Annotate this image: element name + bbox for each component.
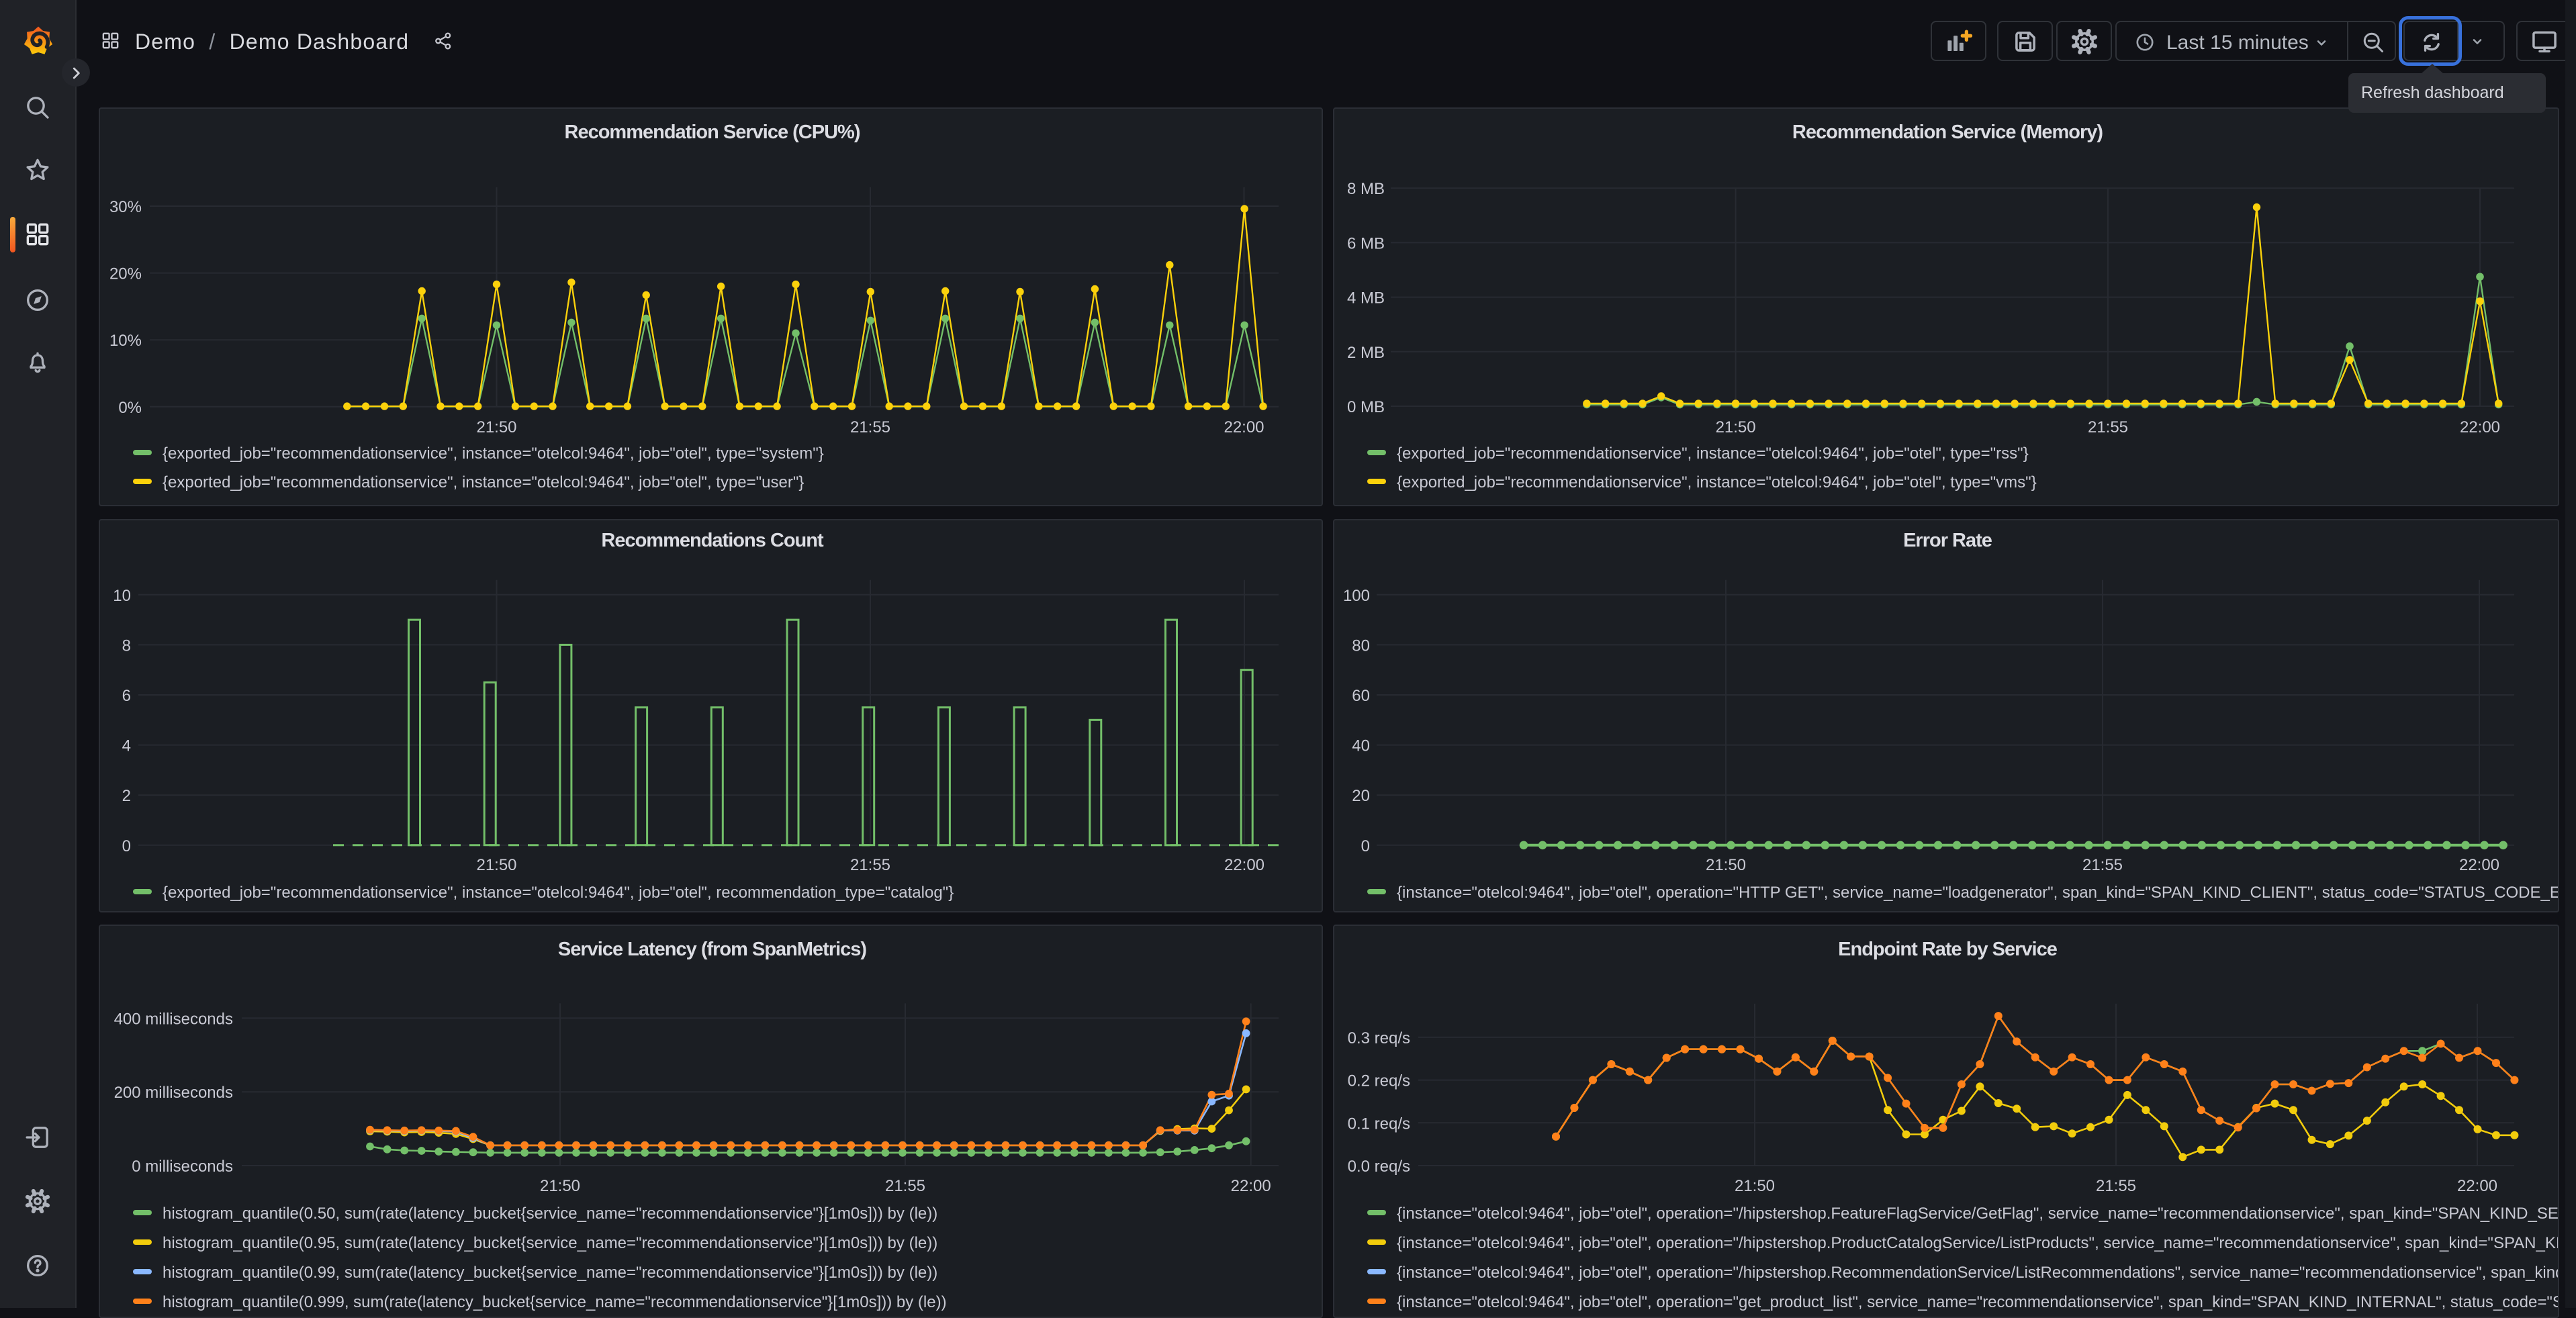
svg-text:4 MB: 4 MB: [1347, 289, 1385, 308]
svg-text:0%: 0%: [118, 399, 142, 417]
svg-text:{instance="otelcol:9464", job=: {instance="otelcol:9464", job="otel", op…: [1397, 1234, 2559, 1252]
svg-text:8 MB: 8 MB: [1347, 180, 1385, 198]
svg-text:22:00: 22:00: [1231, 1177, 1271, 1195]
svg-text:22:00: 22:00: [2460, 418, 2500, 436]
svg-text:21:55: 21:55: [850, 856, 890, 874]
svg-text:6: 6: [122, 687, 131, 705]
svg-text:2 MB: 2 MB: [1347, 344, 1385, 362]
svg-text:400 milliseconds: 400 milliseconds: [114, 1010, 233, 1028]
svg-text:0.1 req/s: 0.1 req/s: [1348, 1115, 1410, 1133]
svg-text:0 MB: 0 MB: [1347, 398, 1385, 416]
svg-text:{instance="otelcol:9464", job=: {instance="otelcol:9464", job="otel", op…: [1397, 884, 2559, 902]
svg-text:10%: 10%: [109, 332, 142, 350]
svg-text:0: 0: [122, 837, 131, 855]
svg-text:21:55: 21:55: [850, 418, 890, 436]
svg-text:22:00: 22:00: [2457, 1177, 2497, 1195]
svg-text:10: 10: [113, 587, 131, 605]
svg-text:histogram_quantile(0.50, sum(r: histogram_quantile(0.50, sum(rate(latenc…: [163, 1205, 937, 1223]
svg-text:21:50: 21:50: [1706, 856, 1746, 874]
svg-text:21:50: 21:50: [476, 856, 516, 874]
svg-text:{instance="otelcol:9464", job=: {instance="otelcol:9464", job="otel", op…: [1397, 1293, 2559, 1311]
svg-text:Error Rate: Error Rate: [1903, 530, 1992, 551]
svg-text:8: 8: [122, 637, 131, 655]
svg-text:22:00: 22:00: [2459, 856, 2499, 874]
svg-text:22:00: 22:00: [1224, 856, 1264, 874]
svg-text:4: 4: [122, 737, 131, 755]
svg-text:21:50: 21:50: [1735, 1177, 1775, 1195]
svg-text:0.2 req/s: 0.2 req/s: [1348, 1072, 1410, 1090]
svg-text:21:55: 21:55: [2096, 1177, 2136, 1195]
svg-text:30%: 30%: [109, 198, 142, 216]
svg-text:Service Latency (from SpanMetr: Service Latency (from SpanMetrics): [558, 939, 867, 960]
svg-text:{exported_job="recommendations: {exported_job="recommendationservice", i…: [163, 884, 954, 902]
svg-text:20: 20: [1352, 787, 1370, 805]
svg-text:{exported_job="recommendations: {exported_job="recommendationservice", i…: [163, 473, 804, 491]
svg-text:{exported_job="recommendations: {exported_job="recommendationservice", i…: [1397, 444, 2029, 463]
svg-text:0.3 req/s: 0.3 req/s: [1348, 1029, 1410, 1047]
svg-text:21:50: 21:50: [1716, 418, 1756, 436]
svg-text:histogram_quantile(0.999, sum(: histogram_quantile(0.999, sum(rate(laten…: [163, 1293, 947, 1311]
svg-text:200 milliseconds: 200 milliseconds: [114, 1084, 233, 1102]
svg-text:80: 80: [1352, 637, 1370, 655]
svg-text:20%: 20%: [109, 265, 142, 283]
svg-text:{instance="otelcol:9464", job=: {instance="otelcol:9464", job="otel", op…: [1397, 1264, 2559, 1282]
svg-text:Endpoint Rate by Service: Endpoint Rate by Service: [1838, 939, 2058, 960]
svg-text:21:55: 21:55: [2088, 418, 2128, 436]
svg-text:21:50: 21:50: [476, 418, 516, 436]
svg-text:{exported_job="recommendations: {exported_job="recommendationservice", i…: [163, 444, 824, 463]
svg-text:2: 2: [122, 787, 131, 805]
svg-text:100: 100: [1343, 587, 1370, 605]
svg-text:0: 0: [1361, 837, 1370, 855]
svg-text:Recommendations Count: Recommendations Count: [601, 530, 824, 551]
svg-text:0 milliseconds: 0 milliseconds: [132, 1158, 233, 1176]
svg-text:{exported_job="recommendations: {exported_job="recommendationservice", i…: [1397, 473, 2037, 491]
svg-text:21:50: 21:50: [540, 1177, 580, 1195]
svg-text:Recommendation Service (CPU%): Recommendation Service (CPU%): [565, 122, 860, 143]
svg-text:{instance="otelcol:9464", job=: {instance="otelcol:9464", job="otel", op…: [1397, 1205, 2559, 1223]
svg-text:6 MB: 6 MB: [1347, 234, 1385, 252]
svg-text:histogram_quantile(0.95, sum(r: histogram_quantile(0.95, sum(rate(latenc…: [163, 1234, 937, 1252]
svg-text:21:55: 21:55: [2082, 856, 2123, 874]
svg-text:histogram_quantile(0.99, sum(r: histogram_quantile(0.99, sum(rate(latenc…: [163, 1264, 937, 1282]
svg-text:0.0 req/s: 0.0 req/s: [1348, 1158, 1410, 1176]
svg-text:22:00: 22:00: [1224, 418, 1264, 436]
svg-text:40: 40: [1352, 737, 1370, 755]
svg-text:21:55: 21:55: [885, 1177, 925, 1195]
svg-text:Recommendation Service (Memory: Recommendation Service (Memory): [1792, 122, 2103, 143]
svg-text:60: 60: [1352, 687, 1370, 705]
